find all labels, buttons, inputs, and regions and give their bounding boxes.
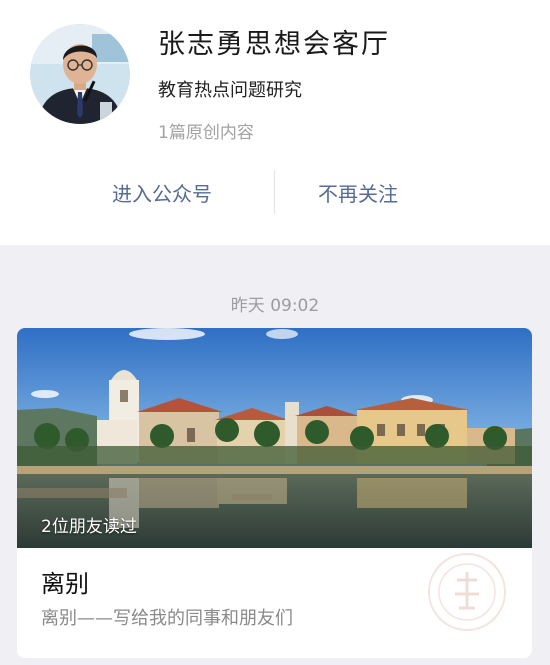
- account-name: 张志勇思想会客厅: [158, 29, 390, 60]
- account-avatar[interactable]: [30, 24, 130, 124]
- unfollow-button[interactable]: 不再关注: [318, 178, 398, 207]
- original-content-count: 1篇原创内容: [158, 123, 254, 143]
- enter-official-account-button[interactable]: 进入公众号: [112, 178, 212, 207]
- watermark-stamp-icon: [417, 542, 517, 642]
- message-timestamp: 昨天 09:02: [230, 296, 320, 316]
- account-profile-header: 张志勇思想会客厅 教育热点问题研究 1篇原创内容 进入公众号 不再关注: [0, 0, 550, 245]
- article-card[interactable]: 2位朋友读过 离别 离别——写给我的同事和朋友们: [17, 328, 532, 658]
- account-description: 教育热点问题研究: [158, 80, 302, 101]
- article-title[interactable]: 离别: [41, 564, 89, 599]
- action-divider: [274, 170, 275, 214]
- friends-read-count: 2位朋友读过: [41, 517, 137, 537]
- article-digest: 离别——写给我的同事和朋友们: [41, 608, 293, 629]
